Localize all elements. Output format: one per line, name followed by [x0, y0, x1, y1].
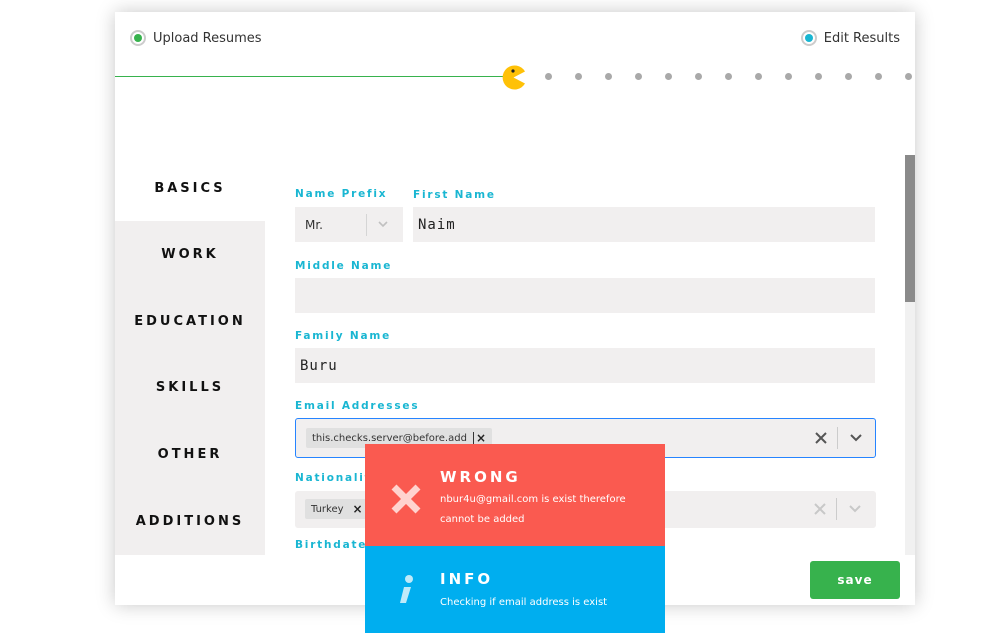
- nationality-label: Nationalit: [295, 472, 372, 484]
- progress-pellet: [815, 73, 822, 80]
- remove-chip-icon[interactable]: ×: [476, 431, 486, 445]
- nationality-chip-label: Turkey: [311, 503, 344, 515]
- first-name-field[interactable]: Naim: [413, 207, 875, 242]
- close-icon: [391, 484, 421, 514]
- family-name-value: Buru: [300, 357, 338, 374]
- clear-icon[interactable]: [813, 502, 827, 516]
- middle-name-label: Middle Name: [295, 260, 393, 272]
- middle-name-field[interactable]: [295, 278, 875, 313]
- first-name-value: Naim: [418, 216, 456, 233]
- email-chip-label: this.checks.server@before.add: [312, 432, 467, 444]
- email-addresses-label: Email Addresses: [295, 400, 420, 412]
- name-prefix-value: Mr.: [305, 217, 323, 232]
- step-current-radio-icon: [800, 30, 817, 46]
- chevron-down-icon[interactable]: [376, 213, 390, 235]
- info-toast-title: INFO: [440, 570, 494, 588]
- progress-pellet: [905, 73, 912, 80]
- progress-pellet: [635, 73, 642, 80]
- family-name-label: Family Name: [295, 330, 392, 342]
- progress-pellet: [845, 73, 852, 80]
- section-sidebar: BASICS WORK EDUCATION SKILLS OTHER ADDIT…: [115, 155, 265, 555]
- select-separator: [366, 214, 367, 236]
- progress-pellet: [605, 73, 612, 80]
- remove-chip-icon[interactable]: ×: [353, 502, 363, 516]
- sidebar-item-basics[interactable]: BASICS: [115, 155, 265, 221]
- progress-pellet: [545, 73, 552, 80]
- nationality-chip: Turkey ×: [305, 499, 369, 519]
- error-toast[interactable]: WRONG nbur4u@gmail.com is exist therefor…: [365, 444, 665, 546]
- step-edit-results[interactable]: Edit Results: [800, 30, 900, 46]
- progress-pellet: [695, 73, 702, 80]
- progress-pellet: [755, 73, 762, 80]
- step-label: Edit Results: [823, 30, 900, 46]
- progress-pellet: [665, 73, 672, 80]
- error-toast-title: WRONG: [440, 468, 521, 486]
- select-separator: [836, 498, 837, 520]
- error-toast-message: nbur4u@gmail.com is exist therefore cann…: [440, 494, 626, 525]
- progress-pellet: [785, 73, 792, 80]
- progress-pellet: [725, 73, 732, 80]
- chevron-down-icon[interactable]: [849, 431, 863, 445]
- name-prefix-select[interactable]: Mr.: [295, 207, 403, 242]
- save-button[interactable]: save: [810, 561, 900, 599]
- scrollbar-thumb[interactable]: [905, 155, 915, 302]
- progress-pellet: [875, 73, 882, 80]
- step-label: Upload Resumes: [153, 30, 262, 46]
- info-icon: [400, 575, 413, 603]
- chevron-down-icon[interactable]: [848, 502, 862, 516]
- family-name-field[interactable]: Buru: [295, 348, 875, 383]
- select-separator: [837, 427, 838, 449]
- step-upload-resumes[interactable]: Upload Resumes: [130, 30, 262, 46]
- info-toast[interactable]: INFO Checking if email address is exist: [365, 546, 665, 633]
- info-toast-message: Checking if email address is exist: [440, 597, 608, 608]
- pacman-progress-icon: [502, 65, 525, 90]
- name-prefix-label: Name Prefix: [295, 188, 388, 200]
- sidebar-item-skills[interactable]: SKILLS: [115, 354, 265, 420]
- first-name-label: First Name: [413, 189, 496, 201]
- sidebar-item-additions[interactable]: ADDITIONS: [115, 488, 265, 554]
- clear-icon[interactable]: [814, 431, 828, 445]
- progress-line: [115, 76, 503, 77]
- step-complete-radio-icon: [130, 30, 146, 46]
- sidebar-item-work[interactable]: WORK: [115, 221, 265, 287]
- birthdate-label: Birthdate: [295, 539, 368, 551]
- progress-pellet: [575, 73, 582, 80]
- sidebar-item-education[interactable]: EDUCATION: [115, 288, 265, 354]
- sidebar-item-other[interactable]: OTHER: [115, 421, 265, 487]
